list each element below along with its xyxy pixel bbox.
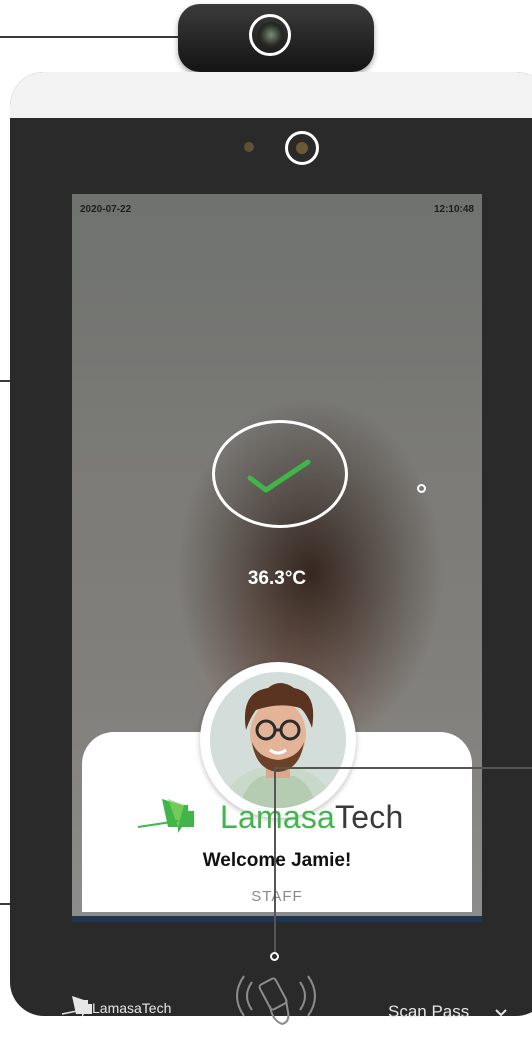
welcome-message: Welcome Jamie! xyxy=(202,850,352,871)
camera-highlight-ring xyxy=(249,14,291,56)
footer-logo-icon xyxy=(62,996,92,1018)
scan-pass-button[interactable]: Scan Pass xyxy=(388,1002,469,1022)
sensor-highlight-ring xyxy=(285,131,319,165)
callout-dot-nfc xyxy=(270,952,279,961)
avatar xyxy=(210,672,346,808)
device-screen: 2020-07-22 12:10:48 36.3°C LamasaTech We… xyxy=(72,194,482,922)
lamasatech-logo xyxy=(138,799,194,833)
brand-row: LamasaTech xyxy=(72,797,482,839)
screen-time: 12:10:48 xyxy=(433,204,474,215)
screen-bottom-bar xyxy=(72,916,482,922)
brand-prefix: Lamasa xyxy=(220,799,336,835)
callout-line-left-lower xyxy=(0,903,10,905)
device-top-bezel xyxy=(10,72,532,118)
avatar-portrait xyxy=(210,672,346,808)
role-label: STAFF xyxy=(251,888,303,905)
sensor-left xyxy=(244,142,254,152)
callout-line-card-vertical xyxy=(274,767,276,953)
check-icon xyxy=(247,459,311,493)
temperature-readout: 36.3°C xyxy=(247,568,307,589)
callout-dot-screen xyxy=(417,484,426,493)
nfc-icon[interactable] xyxy=(230,962,322,1032)
brand-suffix: Tech xyxy=(335,799,404,835)
screen-date: 2020-07-22 xyxy=(80,204,132,215)
footer-brand: LamasaTech xyxy=(92,1000,172,1016)
callout-line-card xyxy=(274,767,532,769)
chevron-down-icon[interactable] xyxy=(494,1008,508,1018)
brand-wordmark: LamasaTech xyxy=(220,799,403,836)
callout-line-left-upper xyxy=(0,380,10,382)
